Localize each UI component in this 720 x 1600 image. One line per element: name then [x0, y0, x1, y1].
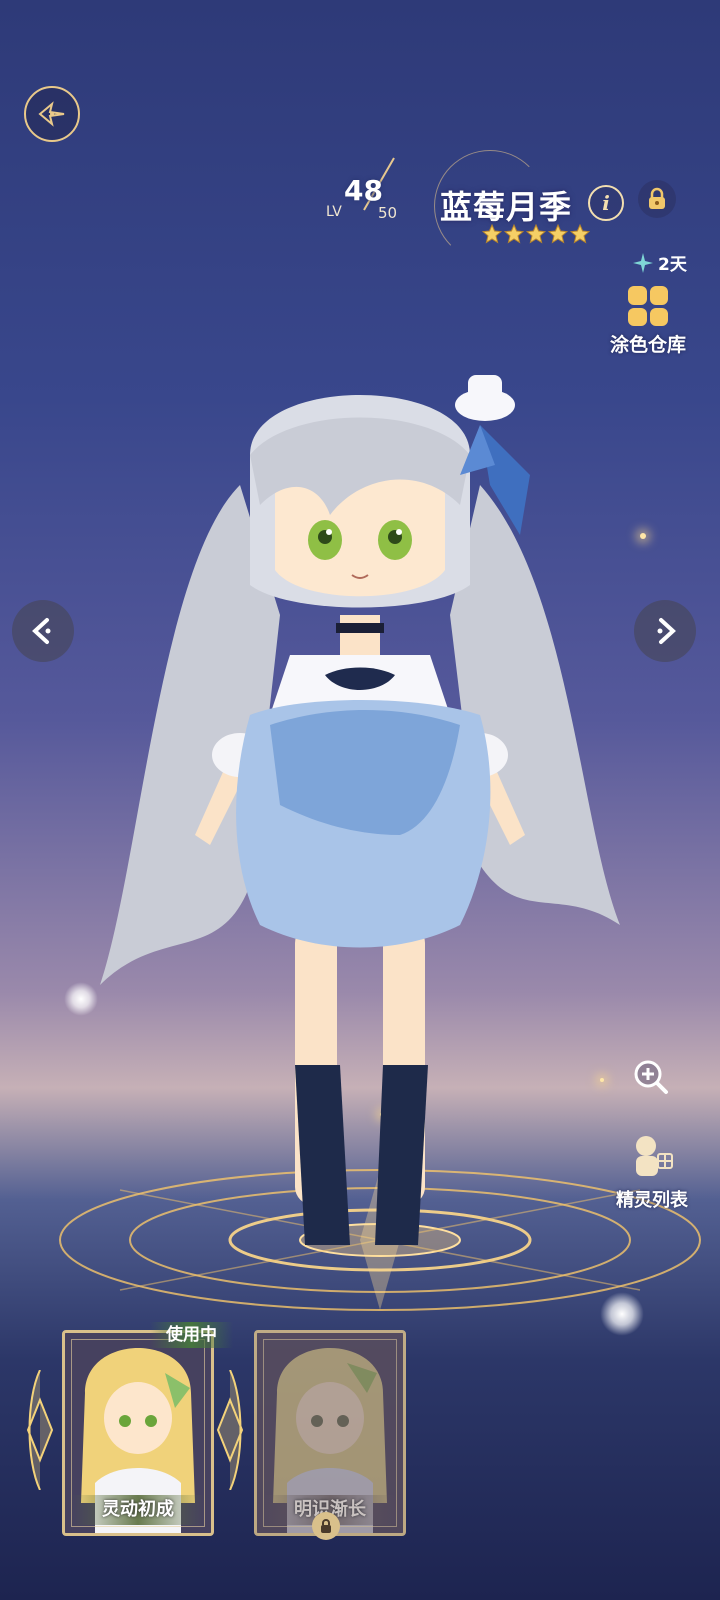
level-max: 50: [378, 204, 398, 222]
skin-card-2[interactable]: 明识渐长: [254, 1330, 406, 1536]
skin-card-1[interactable]: 灵动初成: [62, 1330, 214, 1536]
zoom-in-icon: [634, 1060, 668, 1094]
star-icon: [526, 224, 546, 244]
chevron-right-icon: [657, 618, 676, 644]
lock-button[interactable]: [638, 180, 676, 218]
back-button[interactable]: [24, 86, 80, 142]
info-icon[interactable]: i: [588, 185, 624, 221]
paint-library-label: 涂色仓库: [609, 334, 686, 356]
zoom-button[interactable]: [630, 1056, 672, 1098]
level-label: LV: [326, 204, 342, 220]
star-rating: [482, 224, 590, 244]
in-use-badge: 使用中: [150, 1322, 233, 1348]
skin-lock-icon: [312, 1512, 340, 1540]
star-icon: [548, 224, 568, 244]
spirit-name: 蓝莓月季: [440, 188, 573, 226]
skin-name-1: 灵动初成: [71, 1495, 205, 1525]
spirit-list-icon: [636, 1136, 673, 1176]
card-decoration-left: [26, 1370, 54, 1490]
level-current: 48: [344, 174, 383, 207]
back-emblem-icon: [38, 101, 65, 127]
star-icon: [504, 224, 524, 244]
timer-label: 2天: [658, 255, 687, 275]
chevron-left-icon: [32, 618, 51, 644]
previous-button[interactable]: [12, 600, 74, 662]
star-icon: [570, 224, 590, 244]
star-icon: [482, 224, 502, 244]
palette-icon: [628, 286, 668, 326]
spirit-list-button[interactable]: 精灵列表: [604, 1130, 700, 1212]
next-button[interactable]: [634, 600, 696, 662]
sparkle-icon: [633, 252, 653, 273]
timer: 2天: [632, 250, 687, 275]
level-indicator: 48 LV 50: [326, 157, 416, 228]
lock-icon: [649, 187, 665, 209]
character-model: [100, 375, 620, 1245]
spirit-list-label: 精灵列表: [616, 1190, 688, 1211]
card-decoration-right: [216, 1370, 244, 1490]
paint-library-button[interactable]: 涂色仓库: [604, 286, 692, 357]
